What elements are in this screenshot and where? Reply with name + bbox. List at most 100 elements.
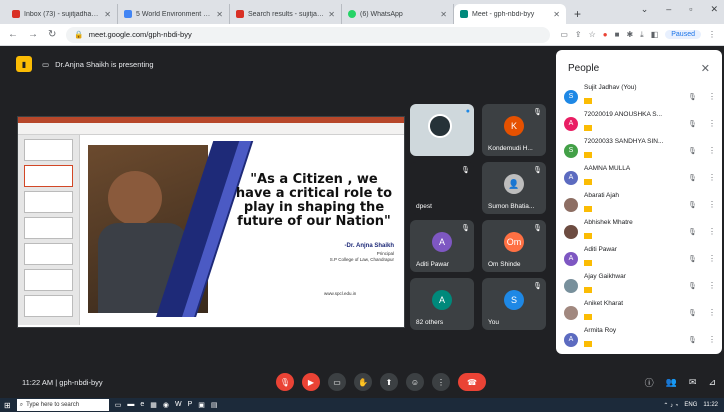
maximize-icon[interactable]: ▫ [689, 4, 692, 15]
puzzle-icon[interactable]: ✱ [626, 30, 633, 39]
word-icon[interactable]: W [175, 401, 182, 409]
close-tab-icon[interactable]: ✕ [553, 10, 560, 19]
participant-tile-others[interactable]: A 82 others [410, 278, 474, 330]
participant-row[interactable]: Abhishek Mhatre 🎙 ⋮ [556, 218, 722, 245]
participant-tile[interactable]: 👤 🎙 Sumon Bhatia... [482, 162, 546, 214]
participant-tile[interactable]: K 🎙 Kondemudi H... [482, 104, 546, 156]
minimize-icon[interactable]: – [666, 4, 671, 15]
present-button[interactable]: ⬆ [380, 373, 398, 391]
url-field[interactable]: 🔒 meet.google.com/gph-nbdi-byy [66, 26, 551, 43]
avatar: S [564, 143, 578, 158]
window-controls: ⌄ – ▫ ✕ [641, 4, 718, 15]
browser-tab[interactable]: 5 World Environment Day 2021 ✕ [118, 4, 230, 24]
call-controls: 🎙 ▶ ▭ ✋ ⬆ ☺ ⋮ ☎ [276, 373, 486, 391]
app-icon[interactable]: ▤ [211, 401, 218, 409]
mic-off-icon: 🎙 [688, 93, 697, 101]
browser-tab-active[interactable]: Meet - gph-nbdi-byy ✕ [454, 4, 566, 24]
people-icon[interactable]: 👥 [666, 377, 677, 388]
participant-row[interactable]: Ashish Pant🎙⋮ [556, 353, 722, 354]
edge-icon[interactable]: e [140, 401, 144, 409]
participant-row[interactable]: A Armita Roy 🎙 ⋮ [556, 326, 722, 353]
extension-icon[interactable]: ● [603, 30, 608, 39]
download-icon[interactable]: ⤓ [640, 30, 644, 40]
pdf-icon[interactable]: ▣ [198, 401, 205, 409]
camera-icon[interactable]: ▭ [560, 30, 568, 39]
reactions-button[interactable]: ☺ [406, 373, 424, 391]
participant-row[interactable]: A Aditi Pawar 🎙 ⋮ [556, 245, 722, 272]
participant-row[interactable]: A AAMNA MULLA 🎙 ⋮ [556, 164, 722, 191]
participant-row[interactable]: Ajay Gaikhwar 🎙 ⋮ [556, 272, 722, 299]
tray-clock[interactable]: 11:22 [703, 402, 718, 409]
close-tab-icon[interactable]: ✕ [328, 10, 335, 19]
participant-tile[interactable]: Om 🎙 Om Shinde [482, 220, 546, 272]
mic-off-icon: 🎙 [533, 109, 542, 116]
more-icon[interactable]: ⋮ [708, 308, 716, 317]
more-icon[interactable]: ● [466, 108, 470, 115]
self-tile[interactable]: S 🎙 You [482, 278, 546, 330]
participant-tile[interactable]: ● [410, 104, 474, 156]
tray-icons[interactable]: ⌃ ♪ ◔ [663, 402, 678, 409]
participant-name: Abhishek Mhatre [584, 219, 633, 226]
reload-icon[interactable]: ↻ [48, 29, 56, 40]
participant-row[interactable]: S 72020033 SANDHYA SIN... 🎙 ⋮ [556, 137, 722, 164]
forward-icon[interactable]: → [28, 29, 38, 40]
more-options-button[interactable]: ⋮ [432, 373, 450, 391]
participant-tile[interactable]: A 🎙 Aditi Pawar [410, 220, 474, 272]
new-tab-button[interactable]: + [566, 4, 589, 24]
participant-tile[interactable]: 🎙 dpest [410, 162, 474, 214]
camera-toggle-button[interactable]: ▶ [302, 373, 320, 391]
activities-icon[interactable]: ⊿ [708, 377, 716, 388]
more-icon[interactable]: ⋮ [708, 30, 716, 39]
more-icon[interactable]: ⋮ [708, 281, 716, 290]
avatar: S [564, 89, 578, 104]
profile-paused-badge[interactable]: Paused [665, 30, 701, 39]
participant-row[interactable]: Abarati Ajah 🎙 ⋮ [556, 191, 722, 218]
more-icon[interactable]: ⋮ [708, 119, 716, 128]
mic-toggle-button[interactable]: 🎙 [276, 373, 294, 391]
more-icon[interactable]: ⋮ [708, 227, 716, 236]
close-icon[interactable]: ✕ [710, 4, 718, 15]
taskbar-search[interactable]: ⌕ Type here to search [16, 399, 109, 411]
store-icon[interactable]: ▦ [150, 401, 157, 409]
participant-row[interactable]: A 72020019 ANOUSHKA S... 🎙 ⋮ [556, 110, 722, 137]
language-indicator[interactable]: ENG [684, 402, 697, 409]
status-badge [584, 98, 592, 104]
chat-icon[interactable]: ✉ [689, 377, 697, 388]
participant-row[interactable]: S Sujit Jadhav (You) 🎙 ⋮ [556, 83, 722, 110]
close-tab-icon[interactable]: ✕ [440, 10, 447, 19]
more-icon[interactable]: ⋮ [708, 200, 716, 209]
task-view-icon[interactable]: ▭ [115, 401, 122, 409]
more-icon[interactable]: ⋮ [708, 173, 716, 182]
star-icon[interactable]: ☆ [589, 30, 596, 39]
chevron-down-icon[interactable]: ⌄ [641, 4, 649, 15]
browser-tab[interactable]: Inbox (73) - sujitjadhav@sapm... ✕ [6, 4, 118, 24]
info-icon[interactable]: ⓘ [645, 376, 654, 389]
back-icon[interactable]: ← [8, 29, 18, 40]
captions-button[interactable]: ▭ [328, 373, 346, 391]
close-tab-icon[interactable]: ✕ [216, 10, 223, 19]
raise-hand-button[interactable]: ✋ [354, 373, 372, 391]
windows-start-icon[interactable]: ⊞ [4, 401, 11, 410]
extension-icon[interactable]: ■ [615, 30, 620, 39]
browser-tab[interactable]: (6) WhatsApp ✕ [342, 4, 454, 24]
browser-tab[interactable]: Search results - sujitjadhav@sa... ✕ [230, 4, 342, 24]
avatar: A [564, 170, 578, 185]
participant-name: Aniket Kharat [584, 300, 624, 307]
file-explorer-icon[interactable]: ▬ [127, 401, 134, 409]
participant-row[interactable]: Aniket Kharat 🎙 ⋮ [556, 299, 722, 326]
more-icon[interactable]: ⋮ [708, 146, 716, 155]
avatar: A [432, 232, 452, 252]
more-icon[interactable]: ⋮ [708, 335, 716, 344]
more-icon[interactable]: ⋮ [708, 92, 716, 101]
sidebar-icon[interactable]: ◧ [651, 30, 659, 39]
person-face [108, 171, 162, 225]
more-icon[interactable]: ⋮ [708, 254, 716, 263]
chrome-icon[interactable]: ◉ [163, 401, 169, 409]
extensions-area: ▭ ⇪ ☆ ● ■ ✱ ⤓ ◧ Paused ⋮ [560, 30, 716, 40]
close-tab-icon[interactable]: ✕ [104, 10, 111, 19]
share-icon[interactable]: ⇪ [575, 30, 582, 39]
powerpoint-icon[interactable]: P [188, 401, 193, 409]
end-call-button[interactable]: ☎ [458, 373, 486, 391]
avatar: 👤 [504, 174, 524, 194]
close-panel-icon[interactable]: ✕ [701, 62, 710, 75]
